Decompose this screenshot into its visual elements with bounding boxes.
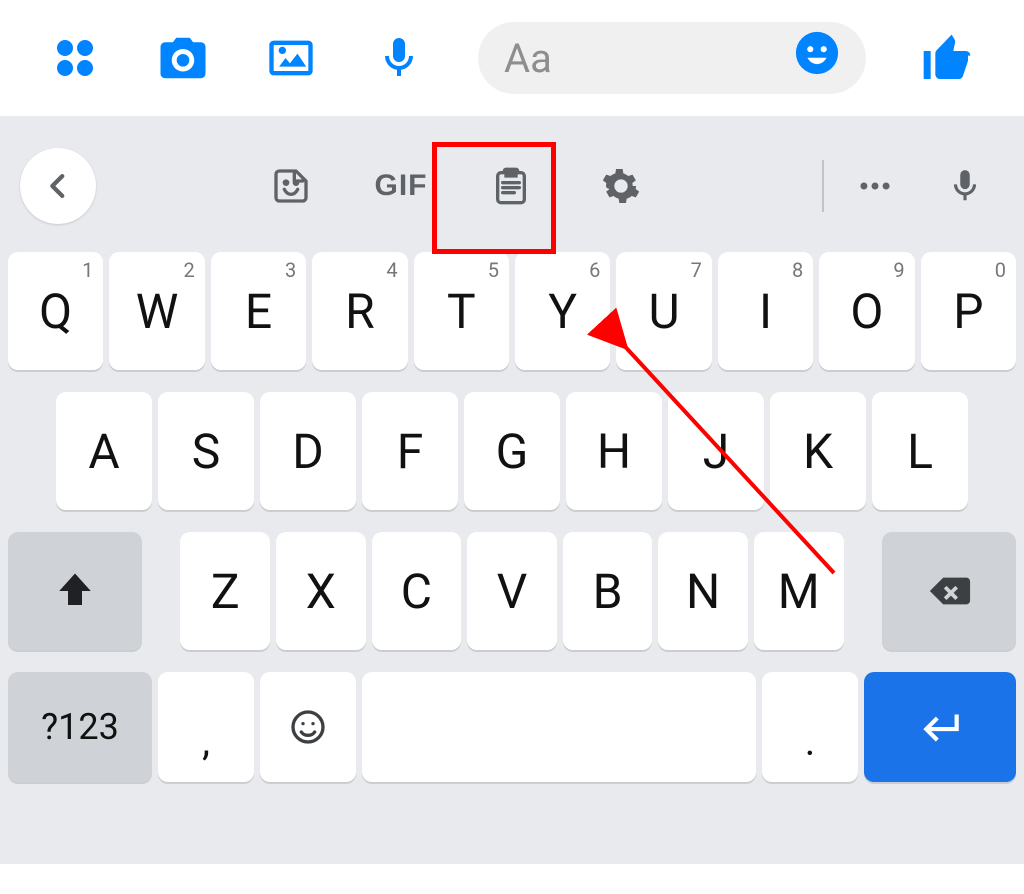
key-h[interactable]: H	[566, 392, 662, 510]
key-i[interactable]: I8	[718, 252, 813, 370]
key-x[interactable]: X	[276, 532, 366, 650]
key-o[interactable]: O9	[819, 252, 914, 370]
key-row-2: A S D F G H J K L	[8, 392, 1016, 510]
settings-icon[interactable]	[566, 146, 676, 226]
key-c[interactable]: C	[372, 532, 462, 650]
key-u[interactable]: U7	[616, 252, 711, 370]
toolbar-divider	[822, 160, 824, 212]
gif-button[interactable]: GIF	[346, 146, 456, 226]
keyboard-toolbar: GIF	[0, 134, 1024, 238]
key-y[interactable]: Y6	[515, 252, 610, 370]
more-icon[interactable]	[830, 146, 920, 226]
backspace-key[interactable]	[882, 532, 1016, 650]
comma-key[interactable]: ,	[158, 672, 254, 782]
key-row-3: Z X C V B N M	[8, 532, 1016, 650]
key-rows: Q1 W2 E3 R4 T5 Y6 U7 I8 O9 P0 A S D F G …	[0, 238, 1024, 782]
sticker-icon[interactable]	[236, 146, 346, 226]
key-z[interactable]: Z	[180, 532, 270, 650]
key-row-4: ?123 , .	[8, 672, 1016, 782]
key-g[interactable]: G	[464, 392, 560, 510]
collapse-toolbar-button[interactable]	[20, 148, 96, 224]
like-icon[interactable]	[916, 27, 978, 89]
soft-keyboard: GIF Q1 W2 E3 R4 T5 Y6 U7 I8 O9 P0	[0, 116, 1024, 864]
messenger-composer-bar: Aa	[0, 0, 1024, 116]
voice-message-icon[interactable]	[370, 29, 428, 87]
message-input[interactable]: Aa	[478, 22, 866, 94]
space-key[interactable]	[362, 672, 756, 782]
emoji-key[interactable]	[260, 672, 356, 782]
key-n[interactable]: N	[658, 532, 748, 650]
symbols-key[interactable]: ?123	[8, 672, 152, 782]
clipboard-icon[interactable]	[456, 146, 566, 226]
key-row-1: Q1 W2 E3 R4 T5 Y6 U7 I8 O9 P0	[8, 252, 1016, 370]
key-w[interactable]: W2	[109, 252, 204, 370]
key-m[interactable]: M	[754, 532, 844, 650]
key-q[interactable]: Q1	[8, 252, 103, 370]
message-placeholder: Aa	[504, 35, 774, 82]
key-p[interactable]: P0	[921, 252, 1016, 370]
key-j[interactable]: J	[668, 392, 764, 510]
gif-label: GIF	[375, 169, 428, 203]
apps-icon[interactable]	[46, 29, 104, 87]
key-r[interactable]: R4	[312, 252, 407, 370]
key-f[interactable]: F	[362, 392, 458, 510]
mic-icon[interactable]	[920, 146, 1010, 226]
key-k[interactable]: K	[770, 392, 866, 510]
shift-key[interactable]	[8, 532, 142, 650]
key-a[interactable]: A	[56, 392, 152, 510]
key-v[interactable]: V	[467, 532, 557, 650]
gallery-icon[interactable]	[262, 29, 320, 87]
key-d[interactable]: D	[260, 392, 356, 510]
period-key[interactable]: .	[762, 672, 858, 782]
key-e[interactable]: E3	[211, 252, 306, 370]
key-t[interactable]: T5	[414, 252, 509, 370]
emoji-picker-icon[interactable]	[794, 30, 840, 86]
camera-icon[interactable]	[154, 29, 212, 87]
key-s[interactable]: S	[158, 392, 254, 510]
key-b[interactable]: B	[563, 532, 653, 650]
enter-key[interactable]	[864, 672, 1016, 782]
key-l[interactable]: L	[872, 392, 968, 510]
